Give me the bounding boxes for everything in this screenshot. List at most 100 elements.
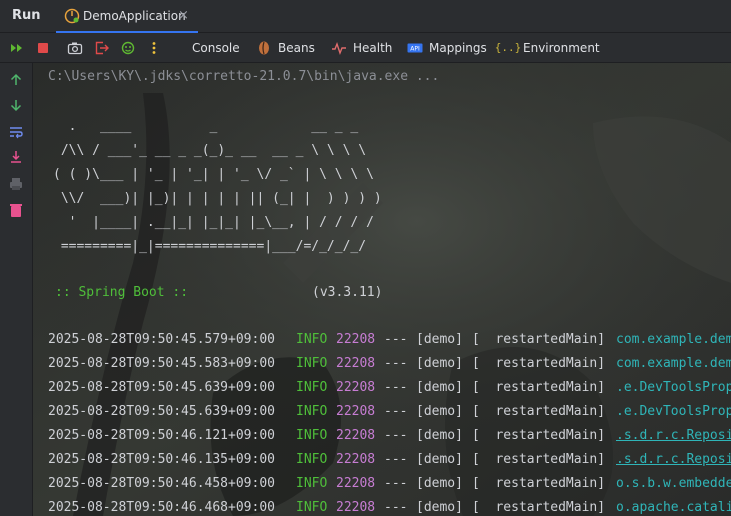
log-logger-link[interactable]: .e.DevToolsProp — [616, 404, 731, 419]
log-pid: 22208 — [336, 500, 376, 515]
log-logger-link[interactable]: .s.d.r.c.Reposi — [616, 452, 731, 467]
tab-demo-application[interactable]: DemoApplication × — [56, 0, 198, 33]
tab-health-label: Health — [353, 40, 393, 55]
tab-mappings[interactable]: API Mappings — [407, 33, 487, 62]
spring-boot-version: (v3.3.11) — [312, 285, 383, 300]
tab-mappings-label: Mappings — [429, 40, 487, 55]
run-toolbar: Console Beans Health API Mappings {..} E — [0, 33, 731, 63]
log-thread: [ restartedMain] — [472, 356, 606, 371]
log-pid: 22208 — [336, 404, 376, 419]
spring-banner-line: ( ( )\___ | '_ | '_| | '_ \/ _` | \ \ \ … — [53, 167, 374, 182]
log-logger-link[interactable]: o.apache.catali — [616, 500, 731, 515]
log-logger-link[interactable]: com.example.dem — [616, 332, 731, 347]
log-thread: [ restartedMain] — [472, 500, 606, 515]
log-pid: 22208 — [336, 428, 376, 443]
health-pulse-icon — [331, 40, 347, 56]
log-logger-link[interactable]: .e.DevToolsProp — [616, 380, 731, 395]
log-app-name: [demo] — [416, 404, 463, 419]
log-pid: 22208 — [336, 356, 376, 371]
log-separator: --- — [384, 452, 408, 467]
camera-icon[interactable] — [67, 40, 83, 56]
log-thread: [ restartedMain] — [472, 428, 606, 443]
scroll-up-icon[interactable] — [8, 72, 24, 88]
log-level: INFO — [296, 476, 328, 491]
log-logger-link[interactable]: o.s.b.w.embedde — [616, 476, 731, 491]
tab-beans[interactable]: Beans — [256, 33, 315, 62]
log-pid: 22208 — [336, 452, 376, 467]
log-level: INFO — [296, 332, 328, 347]
tab-health[interactable]: Health — [331, 33, 392, 62]
log-app-name: [demo] — [416, 428, 463, 443]
log-timestamp: 2025-08-28T09:50:46.135+09:00 — [48, 452, 275, 467]
log-thread: [ restartedMain] — [472, 380, 606, 395]
tab-environment-label: Environment — [523, 40, 600, 55]
rerun-icon[interactable] — [9, 40, 25, 56]
log-separator: --- — [384, 500, 408, 515]
log-app-name: [demo] — [416, 500, 463, 515]
log-app-name: [demo] — [416, 380, 463, 395]
log-timestamp: 2025-08-28T09:50:45.639+09:00 — [48, 404, 275, 419]
log-app-name: [demo] — [416, 476, 463, 491]
api-icon-text: API — [410, 45, 420, 52]
soft-wrap-icon[interactable] — [8, 124, 24, 140]
stop-icon[interactable] — [35, 40, 51, 56]
log-level: INFO — [296, 380, 328, 395]
spring-banner-line: ' |____| .__|_| |_|_| |_\__, | / / / / — [53, 215, 374, 230]
tab-console-label: Console — [192, 40, 240, 55]
log-pid: 22208 — [336, 380, 376, 395]
scroll-to-end-icon[interactable] — [8, 149, 24, 165]
log-app-name: [demo] — [416, 452, 463, 467]
tab-label: DemoApplication — [83, 9, 186, 23]
spring-boot-label: :: Spring Boot :: — [55, 285, 189, 300]
close-icon[interactable]: × — [178, 8, 189, 23]
tab-console[interactable]: Console — [192, 33, 240, 62]
tab-environment[interactable]: {..} Environment — [494, 33, 600, 62]
log-timestamp: 2025-08-28T09:50:46.458+09:00 — [48, 476, 275, 491]
clear-trash-icon[interactable] — [8, 202, 24, 218]
log-separator: --- — [384, 380, 408, 395]
console-output[interactable]: C:\Users\KY\.jdks\corretto-21.0.7\bin\ja… — [33, 63, 731, 516]
log-separator: --- — [384, 332, 408, 347]
java-command-line: C:\Users\KY\.jdks\corretto-21.0.7\bin\ja… — [48, 69, 440, 84]
log-logger-link[interactable]: .s.d.r.c.Reposi — [616, 428, 731, 443]
log-logger-link[interactable]: com.example.dem — [616, 356, 731, 371]
log-level: INFO — [296, 452, 328, 467]
log-separator: --- — [384, 476, 408, 491]
log-pid: 22208 — [336, 332, 376, 347]
print-icon[interactable] — [8, 176, 24, 192]
log-timestamp: 2025-08-28T09:50:46.468+09:00 — [48, 500, 275, 515]
log-thread: [ restartedMain] — [472, 404, 606, 419]
scroll-down-icon[interactable] — [8, 97, 24, 113]
run-tool-window-header: Run DemoApplication × — [0, 0, 731, 33]
spring-app-icon — [64, 8, 80, 28]
log-separator: --- — [384, 356, 408, 371]
log-pid: 22208 — [336, 476, 376, 491]
log-level: INFO — [296, 428, 328, 443]
beans-icon — [256, 40, 272, 56]
spring-banner-line: /\\ / ___'_ __ _ _(_)_ __ __ _ \ \ \ \ — [53, 143, 367, 158]
exit-icon[interactable] — [94, 40, 110, 56]
run-panel-title: Run — [12, 8, 41, 23]
log-separator: --- — [384, 404, 408, 419]
spring-banner-line: \\/ ___)| |_)| | | | | || (_| | ) ) ) ) — [53, 191, 382, 206]
log-level: INFO — [296, 500, 328, 515]
log-thread: [ restartedMain] — [472, 332, 606, 347]
debug-bug-icon[interactable] — [120, 40, 136, 56]
log-timestamp: 2025-08-28T09:50:46.121+09:00 — [48, 428, 275, 443]
console-text-area: C:\Users\KY\.jdks\corretto-21.0.7\bin\ja… — [48, 63, 731, 515]
log-separator: --- — [384, 428, 408, 443]
log-app-name: [demo] — [416, 356, 463, 371]
log-thread: [ restartedMain] — [472, 476, 606, 491]
spring-banner-line: . ____ _ __ _ _ — [53, 119, 359, 134]
spring-banner-line: =========|_|==============|___/=/_/_/_/ — [53, 239, 367, 254]
console-gutter-toolbar — [0, 63, 33, 516]
log-level: INFO — [296, 404, 328, 419]
api-icon: API — [407, 40, 423, 56]
log-timestamp: 2025-08-28T09:50:45.583+09:00 — [48, 356, 275, 371]
log-app-name: [demo] — [416, 332, 463, 347]
tab-beans-label: Beans — [278, 40, 315, 55]
log-timestamp: 2025-08-28T09:50:45.639+09:00 — [48, 380, 275, 395]
environment-braces-icon: {..} — [494, 41, 522, 54]
log-thread: [ restartedMain] — [472, 452, 606, 467]
more-vertical-icon[interactable] — [146, 40, 162, 56]
